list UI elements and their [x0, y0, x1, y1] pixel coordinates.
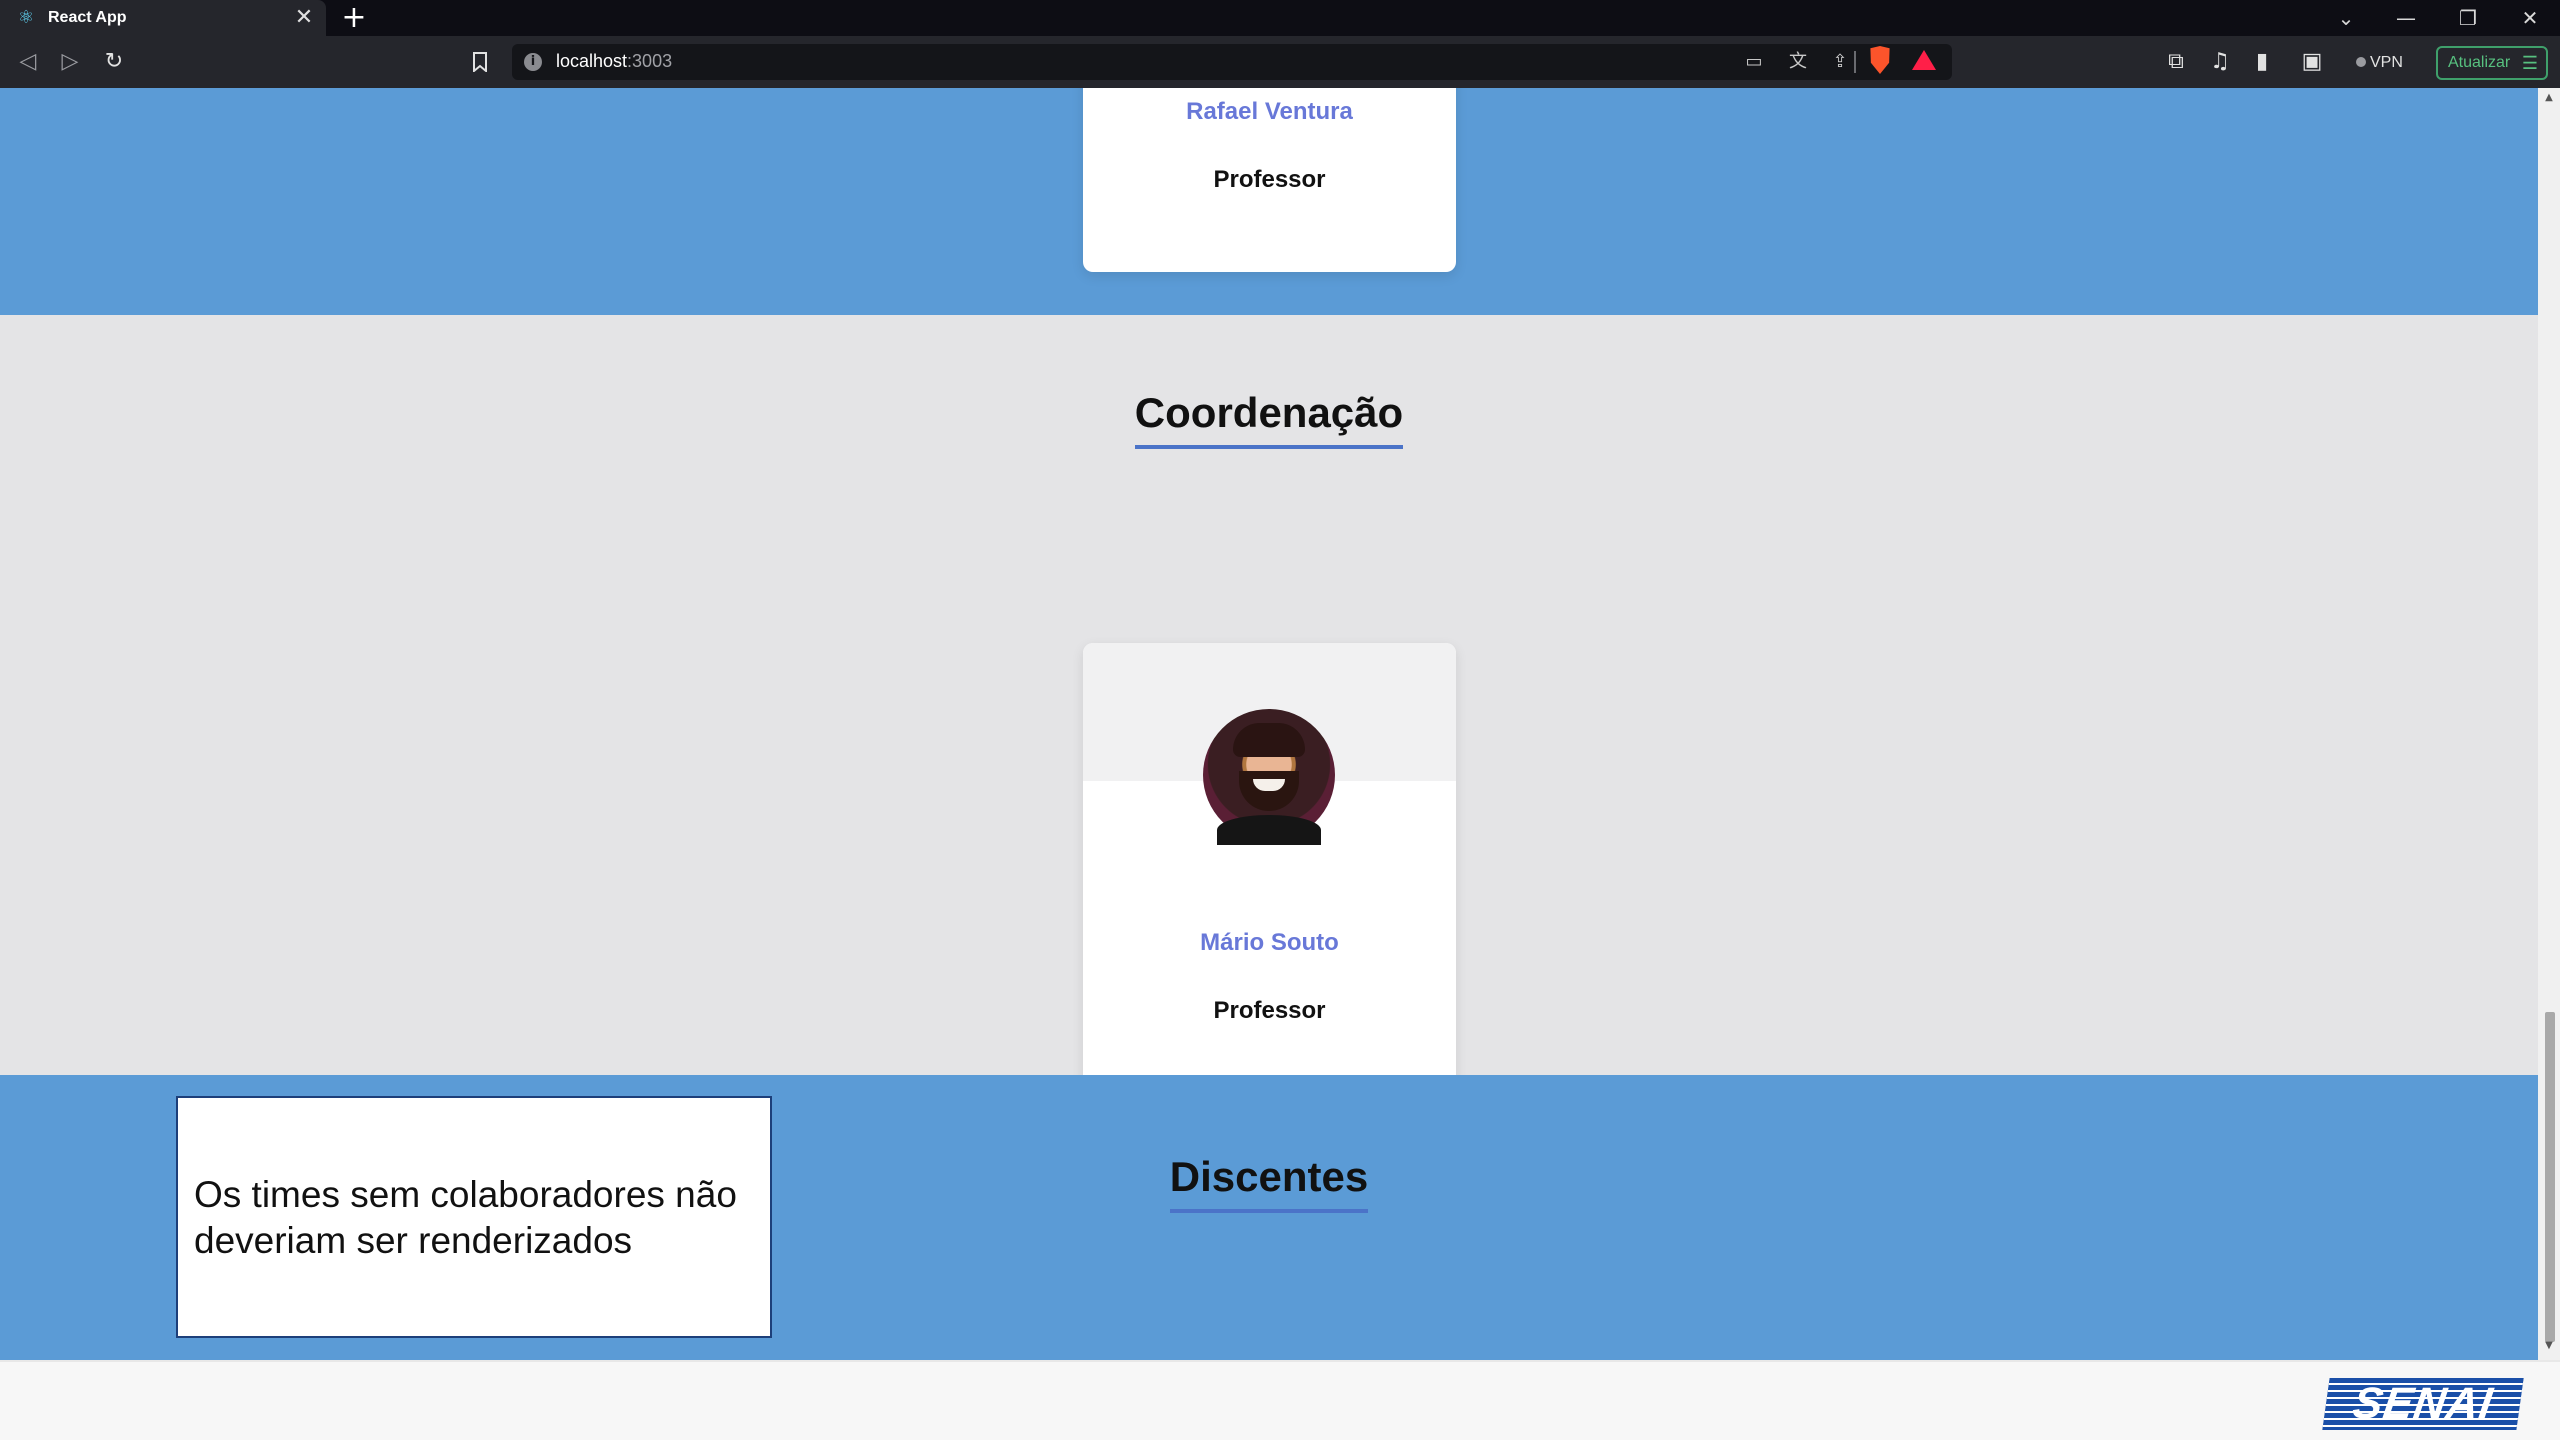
scroll-down-icon[interactable]: ▼ — [2543, 1340, 2555, 1352]
collaborator-card: Mário Souto Professor — [1083, 643, 1456, 1119]
sidebar-icon[interactable]: ▮ — [2248, 48, 2276, 76]
extensions-icon[interactable]: ⧉ — [2162, 48, 2190, 76]
tab-react-app[interactable]: ⚛ React App ✕ — [0, 0, 326, 36]
section-coordenacao: Coordenação Mário Souto Professor — [0, 315, 2538, 1119]
media-icon[interactable]: ♫ — [2206, 48, 2234, 76]
vpn-button[interactable]: VPN — [2356, 50, 2403, 76]
update-button[interactable]: Atualizar ☰ — [2436, 46, 2548, 80]
bookmark-icon[interactable] — [466, 48, 494, 76]
collaborator-name: Rafael Ventura — [1186, 98, 1353, 125]
minimize-button[interactable]: — — [2376, 0, 2436, 36]
senai-logo: SENAI — [2322, 1378, 2524, 1430]
menu-icon: ☰ — [2521, 53, 2538, 73]
coordenacao-title: Coordenação — [1134, 389, 1404, 449]
cast-icon[interactable]: ▭ — [1742, 50, 1766, 74]
collaborator-card: Rafael Ventura Professor — [1083, 88, 1456, 272]
avatar — [1203, 709, 1335, 845]
annotation-note: Os times sem colaboradores não deveriam … — [176, 1096, 772, 1338]
discentes-title: Discentes — [1169, 1153, 1369, 1213]
senai-logo-text: SENAI — [2349, 1379, 2497, 1428]
brave-rewards-icon[interactable] — [1912, 50, 1936, 70]
close-window-button[interactable]: ✕ — [2500, 0, 2560, 36]
tab-title: React App — [48, 9, 127, 26]
avatar-hair — [1233, 723, 1305, 757]
tab-close-icon[interactable]: ✕ — [292, 6, 316, 30]
omnibox-separator — [1854, 51, 1856, 73]
restore-button[interactable]: ❐ — [2438, 0, 2498, 36]
tab-strip: ⚛ React App ✕ + ⌄ — ❐ ✕ — [0, 0, 2560, 36]
collaborator-role: Professor — [1213, 166, 1326, 193]
url-host: localhost — [556, 51, 628, 71]
back-icon[interactable]: ◁ — [14, 48, 42, 76]
scroll-thumb[interactable] — [2545, 1012, 2555, 1342]
new-tab-button[interactable]: + — [340, 3, 368, 33]
wallet-icon[interactable]: ▣ — [2298, 48, 2326, 76]
page-scrollbar[interactable]: ▲ ▼ — [2538, 88, 2560, 1360]
url-text[interactable]: localhost:3003 — [556, 51, 672, 72]
reload-icon[interactable]: ↻ — [100, 48, 128, 76]
collaborator-name: Mário Souto — [1200, 929, 1339, 956]
url-port: :3003 — [627, 51, 673, 71]
tab-search-icon[interactable]: ⌄ — [2316, 0, 2376, 36]
share-icon[interactable]: ⇪ — [1828, 50, 1852, 74]
collaborator-role: Professor — [1213, 997, 1326, 1024]
avatar-shirt — [1217, 815, 1321, 845]
site-info-icon[interactable]: i — [524, 53, 542, 71]
footer-bar: SENAI — [0, 1360, 2560, 1440]
scroll-up-icon[interactable]: ▲ — [2543, 92, 2555, 104]
vpn-status-icon — [2356, 57, 2366, 67]
section-previous-team: Rafael Ventura Professor — [0, 88, 2538, 315]
avatar-beard — [1239, 771, 1299, 811]
vpn-label: VPN — [2370, 54, 2403, 71]
react-icon: ⚛ — [17, 7, 35, 28]
section-title: Coordenação — [0, 389, 2538, 449]
forward-icon[interactable]: ▷ — [56, 48, 84, 76]
address-bar[interactable]: i localhost:3003 ▭ 文 ⇪ — [512, 44, 1952, 80]
translate-icon[interactable]: 文 — [1786, 50, 1810, 74]
update-label: Atualizar — [2448, 54, 2511, 71]
